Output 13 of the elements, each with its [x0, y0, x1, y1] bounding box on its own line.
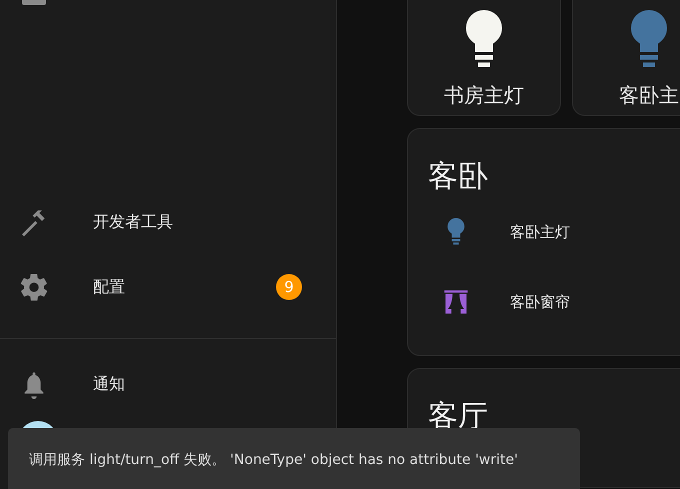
light-tile[interactable]: 书房主灯 — [407, 0, 561, 116]
settings-icon — [20, 274, 48, 302]
notification-badge: 9 — [276, 274, 302, 300]
entity-name[interactable]: 客卧主灯 — [510, 222, 570, 242]
entity-name[interactable]: 客卧窗帘 — [510, 292, 570, 312]
light-tile[interactable]: 客卧主 — [572, 0, 680, 116]
card-title: 客厅 — [428, 398, 489, 436]
sidebar-item[interactable]: 通知 — [0, 352, 336, 417]
card-title: 客卧 — [428, 158, 489, 196]
sidebar-item[interactable]: 开发者工具 — [0, 190, 336, 255]
toast-message: 调用服务 light/turn_off 失败。 'NoneType' object has no attribute 'write' — [29, 452, 518, 468]
sidebar-item[interactable]: 配置 9 — [0, 255, 336, 320]
curtain-icon — [442, 288, 470, 316]
